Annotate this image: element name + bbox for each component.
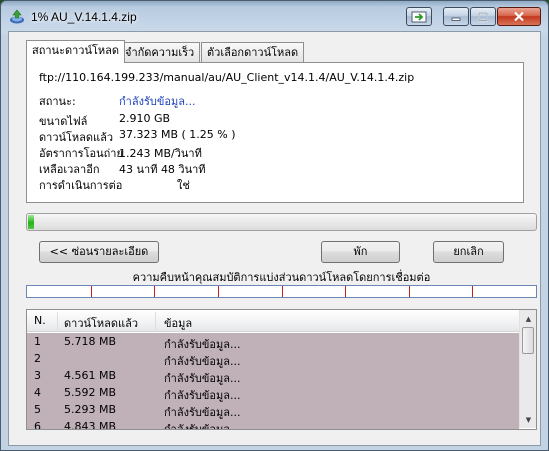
status-label: สถานะ: — [39, 95, 76, 108]
download-url: ftp://110.164.199.233/manual/au/AU_Clien… — [39, 71, 415, 84]
connection-number: 5 — [34, 403, 41, 416]
tab-label: จำกัดความเร็ว — [125, 46, 195, 59]
column-divider[interactable] — [57, 312, 58, 330]
progress-fill — [28, 215, 34, 229]
connection-row[interactable]: 6 4.843 MB กำลังรับข้อมูล... — [27, 418, 519, 430]
tab-speed-limit[interactable]: จำกัดความเร็ว — [119, 42, 201, 62]
connection-number: 6 — [34, 420, 41, 430]
connection-row[interactable]: 4 5.592 MB กำลังรับข้อมูล... — [27, 384, 519, 402]
maximize-button[interactable] — [470, 7, 496, 26]
connections-list: N. ดาวน์โหลดแล้ว ข้อมูล 1 5.718 MB กำลังรั… — [26, 309, 537, 430]
download-window: 1% AU_V.14.1.4.zip สถานะดาวน์โหลด จำกัดค… — [0, 0, 549, 451]
close-icon — [514, 11, 524, 22]
time-left-value: 43 นาที 48 วินาที — [119, 163, 206, 176]
scroll-down-arrow-icon[interactable]: ▼ — [521, 412, 536, 427]
window-title: 1% AU_V.14.1.4.zip — [31, 10, 137, 24]
tab-label: สถานะดาวน์โหลด — [32, 44, 120, 57]
speed-limiter-button[interactable] — [406, 7, 432, 26]
connection-downloaded: 4.843 MB — [64, 420, 117, 430]
hide-details-button[interactable]: << ซ่อนรายละเอียด — [39, 241, 159, 263]
column-header-downloaded[interactable]: ดาวน์โหลดแล้ว — [64, 314, 138, 332]
connections-scrollbar[interactable]: ▲ ▼ — [519, 310, 536, 428]
resume-label: การดำเนินการต่อ — [39, 179, 123, 192]
segment-divider — [472, 286, 473, 297]
tab-label: ตัวเลือกดาวน์โหลด — [207, 46, 299, 59]
tab-download-options[interactable]: ตัวเลือกดาวน์โหลด — [201, 42, 305, 62]
minimize-button[interactable] — [443, 7, 469, 26]
tab-download-status[interactable]: สถานะดาวน์โหลด — [26, 40, 126, 63]
segment-divider — [282, 286, 283, 297]
maximize-icon — [478, 11, 488, 21]
segment-divider — [91, 286, 92, 297]
segment-divider — [409, 286, 410, 297]
connection-row[interactable]: 2 กำลังรับข้อมูล... — [27, 350, 519, 368]
main-panel: สถานะดาวน์โหลด จำกัดความเร็ว ตัวเลือกดาว… — [8, 31, 541, 446]
connection-downloaded: 5.592 MB — [64, 386, 117, 399]
arrow-right-icon — [411, 11, 427, 22]
scroll-thumb[interactable] — [522, 327, 534, 354]
download-progress-bar — [26, 213, 537, 231]
connections-list-header: N. ดาวน์โหลดแล้ว ข้อมูล — [27, 310, 519, 332]
column-header-info[interactable]: ข้อมูล — [164, 314, 192, 332]
connection-info: กำลังรับข้อมูล... — [164, 423, 241, 430]
segment-divider — [345, 286, 346, 297]
pause-button[interactable]: พัก — [321, 241, 400, 263]
connection-downloaded: 4.561 MB — [64, 369, 117, 382]
connection-downloaded: 5.718 MB — [64, 335, 117, 348]
title-bar[interactable]: 1% AU_V.14.1.4.zip — [1, 1, 548, 31]
column-header-number[interactable]: N. — [34, 314, 46, 327]
idm-app-icon — [10, 9, 24, 24]
cancel-button[interactable]: ยกเลิก — [433, 241, 504, 263]
segment-divider — [218, 286, 219, 297]
connection-downloaded: 5.293 MB — [64, 403, 117, 416]
resume-value: ใช่ — [177, 179, 190, 192]
connection-row[interactable]: 1 5.718 MB กำลังรับข้อมูล... — [27, 333, 519, 351]
connections-list-body: 1 5.718 MB กำลังรับข้อมูล... 2 กำลังรับข้อมู… — [27, 333, 519, 430]
connection-row[interactable]: 5 5.293 MB กำลังรับข้อมูล... — [27, 401, 519, 419]
connection-row[interactable]: 3 4.561 MB กำลังรับข้อมูล... — [27, 367, 519, 385]
connection-number: 4 — [34, 386, 41, 399]
connection-number: 3 — [34, 369, 41, 382]
close-button[interactable] — [497, 7, 541, 26]
status-value: กำลังรับข้อมูล... — [119, 95, 196, 108]
segments-progress-bar — [26, 285, 537, 298]
connection-number: 1 — [34, 335, 41, 348]
segment-divider — [154, 286, 155, 297]
scroll-up-arrow-icon[interactable]: ▲ — [521, 311, 536, 326]
connection-number: 2 — [34, 352, 41, 365]
file-size-value: 2.910 GB — [119, 112, 171, 125]
column-divider[interactable] — [155, 312, 156, 330]
minimize-icon — [451, 17, 461, 21]
segments-caption: ความคืบหน้าคุณสมบัติการแบ่งส่วนดาวน์โหลด… — [132, 271, 431, 284]
downloaded-value: 37.323 MB ( 1.25 % ) — [119, 128, 236, 141]
download-status-pane: ftp://110.164.199.233/manual/au/AU_Clien… — [26, 62, 524, 203]
